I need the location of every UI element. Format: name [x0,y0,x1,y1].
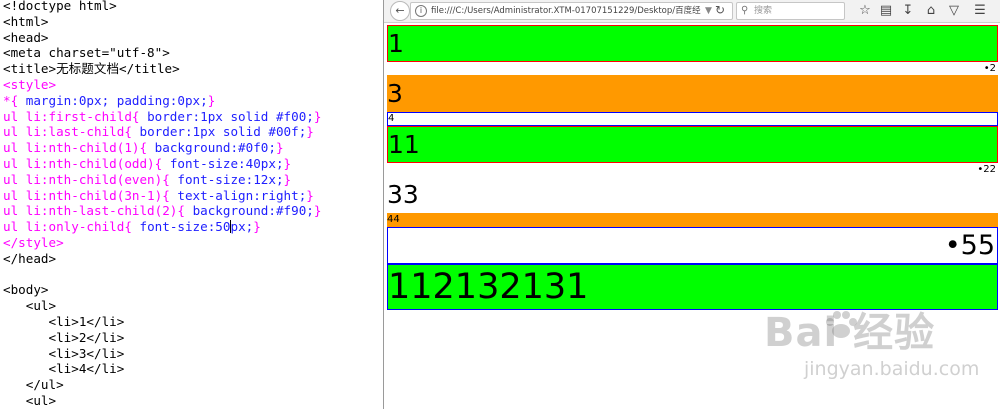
css-declaration: font-size:12x; [177,171,284,187]
list-item-text: 3 [387,79,403,108]
browser-toolbar: ← i file:///C:/Users/Administrator.XTM-0… [384,0,1000,23]
code-line: <li>1</li> [3,314,125,329]
code-line: *{ margin:0px; padding:0px;} [3,93,215,109]
list-item: 11 [387,126,998,163]
page-viewport: 1 • 2 3 4 11 • 22 33 44 • 55 112132131 [384,23,1000,409]
list-item: 112132131 [387,264,998,310]
css-declaration: background:#0f0; [154,140,276,156]
pocket-icon[interactable]: ▽ [944,1,964,21]
css-selector: ul li:nth-child(even){ [3,171,178,187]
code-line: <title>无标题文档</title> [3,61,180,77]
css-brace: } [313,108,322,124]
css-brace: } [306,187,314,203]
css-declaration: px; [230,219,254,235]
css-brace: } [207,92,216,108]
css-declaration: margin:0px; padding:0px; [25,92,208,108]
css-brace: } [283,156,292,171]
search-input[interactable]: ⚲ 搜索 [736,2,845,20]
back-arrow-icon[interactable]: ← [390,1,410,21]
code-line: <!doctype html> [3,0,117,13]
css-selector: ul li:nth-last-child(2){ [3,203,193,219]
chevron-down-icon[interactable]: ▼ [705,3,712,19]
home-icon[interactable]: ⌂ [921,1,941,21]
code-line: ul li:nth-child(odd){ font-size:40px;} [3,156,291,172]
css-declaration: background:#f90; [192,203,314,219]
code-line: ul li:only-child{ font-size:50px;} [3,219,261,235]
css-brace: } [253,219,261,235]
code-line: <li>3</li> [3,345,125,361]
download-icon[interactable]: ↧ [898,1,918,21]
list-item: 44 [387,213,998,227]
code-line: <meta charset="utf-8"> [3,45,170,61]
code-line: ul li:nth-child(3n-1){ text-align:right;… [3,188,314,204]
code-line: </ul> [3,377,64,393]
list-item-text: 55 [960,230,995,261]
code-line: <ul> [3,393,57,408]
search-placeholder: 搜索 [754,6,773,16]
css-selector: ul li:first-child{ [3,108,148,124]
code-line: ul li:first-child{ border:1px solid #f00… [3,109,321,125]
code-line: </style> [3,235,64,250]
info-icon[interactable]: i [415,5,427,17]
bookmark-star-icon[interactable]: ☆ [855,1,875,21]
code-line: ul li:nth-child(1){ background:#0f0;} [3,140,284,156]
list-item: • 2 [387,62,998,75]
list-item: • 55 [387,227,998,264]
code-line: <html> [3,13,49,29]
css-declaration: border:1px solid #00f; [139,124,307,140]
address-bar[interactable]: i file:///C:/Users/Administrator.XTM-017… [410,2,733,20]
list-item-text: 1 [388,29,404,58]
browser-window: ← i file:///C:/Users/Administrator.XTM-0… [384,0,1000,409]
bullet-icon: • [944,230,961,261]
list-item: 33 [387,177,998,213]
reading-list-icon[interactable]: ▤ [876,1,896,21]
list-item-text: 22 [983,164,996,175]
list-item-text: 112132131 [388,267,589,307]
list-item: 3 [387,75,998,112]
css-declaration: border:1px solid #f00; [147,108,314,124]
code-line: <ul> [3,298,57,314]
reload-icon[interactable]: ↻ [715,2,725,18]
menu-icon[interactable]: ☰ [970,1,990,21]
css-brace: } [306,124,314,140]
css-brace: } [313,203,322,219]
css-selector: ul li:nth-child(odd){ [3,156,170,171]
css-selector: *{ [3,92,26,108]
url-text: file:///C:/Users/Administrator.XTM-01707… [431,6,701,16]
list-item-text: 44 [387,214,400,225]
list-item: • 22 [387,163,998,177]
code-line: <head> [3,29,49,45]
search-icon: ⚲ [741,5,749,16]
code-line: <li>2</li> [3,329,125,345]
list-item-text: 4 [388,113,395,124]
code-editor[interactable]: <!doctype html> <html> <head> <meta charset… [0,0,384,409]
code-line: ul li:last-child{ border:1px solid #00f;… [3,124,314,140]
code-line: </head> [3,250,57,266]
list-item-text: 11 [388,130,420,159]
css-selector: ul li:nth-child(3n-1){ [3,187,178,203]
css-selector: ul li:only-child{ [3,219,140,235]
code-line: ul li:nth-last-child(2){ background:#f90… [3,203,321,219]
css-brace: } [275,140,284,156]
css-declaration: text-align:right; [177,187,307,203]
css-selector: ul li:last-child{ [3,124,140,140]
list-item-text: 2 [989,63,996,74]
css-selector: ul li:nth-child(1){ [3,140,155,156]
list-item: 4 [387,112,998,126]
list-item: 1 [387,25,998,62]
code-line: <li>4</li> [3,361,125,377]
code-line: <body> [3,282,49,298]
css-declaration: font-size:50 [139,219,231,235]
code-line: ul li:nth-child(even){ font-size:12x;} [3,172,291,188]
css-declaration: font-size:40px; [169,156,284,171]
list-item-text: 33 [387,180,419,209]
code-line: <style> [3,77,57,92]
css-brace: } [283,171,292,187]
